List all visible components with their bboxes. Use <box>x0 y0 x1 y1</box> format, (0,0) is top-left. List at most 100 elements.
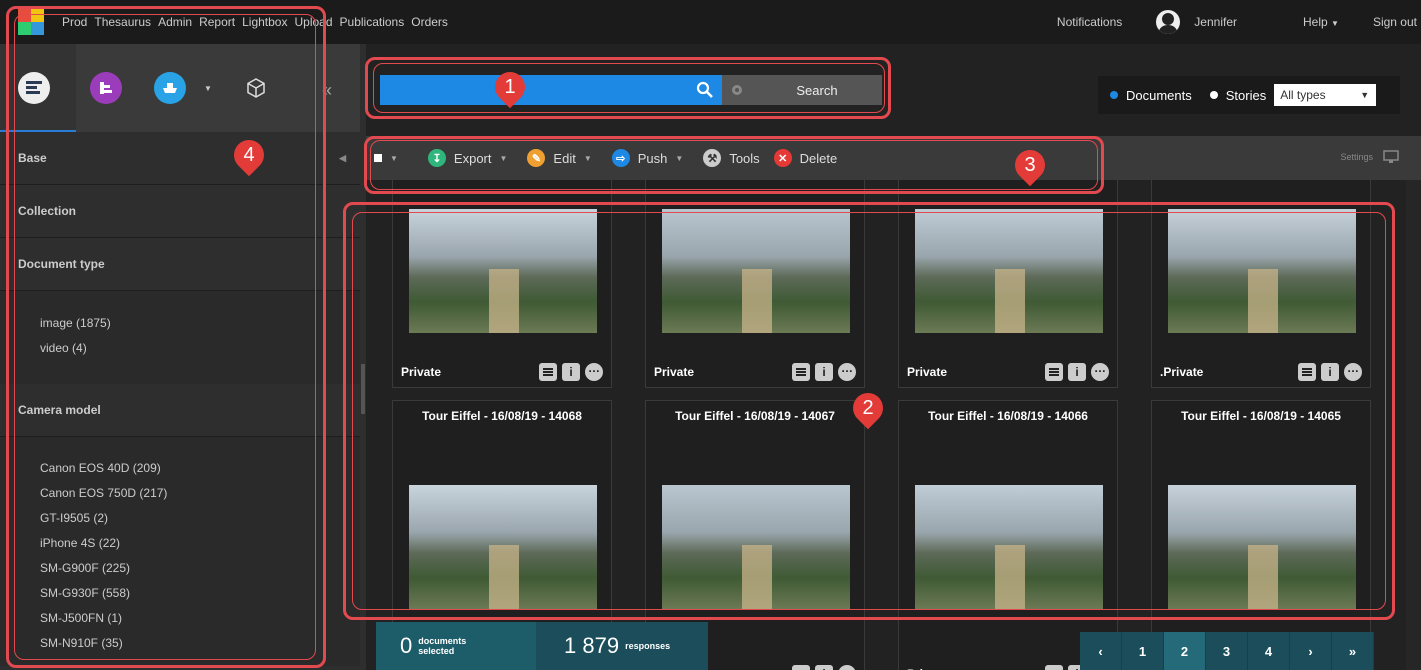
facet-value[interactable]: Canon EOS 40D (209) <box>40 456 360 481</box>
more-icon[interactable] <box>838 361 856 381</box>
result-card[interactable]: Private <box>392 180 612 388</box>
card-thumbnail[interactable] <box>1168 209 1356 333</box>
search-settings-button[interactable] <box>722 75 752 105</box>
app-root: Prod Thesaurus Admin Report Lightbox Upl… <box>0 0 1421 670</box>
selection-counter: 0 documents selected <box>376 622 536 670</box>
nav-upload[interactable]: Upload <box>294 15 332 29</box>
search-input[interactable] <box>380 75 680 105</box>
nav-publications[interactable]: Publications <box>340 15 405 29</box>
card-thumbnail[interactable] <box>409 485 597 609</box>
facet-document-type[interactable]: Document type <box>0 238 360 291</box>
stories-label[interactable]: Stories <box>1226 88 1266 103</box>
help-menu[interactable]: Help ▼ <box>1303 15 1339 29</box>
documents-label[interactable]: Documents <box>1126 88 1192 103</box>
app-logo-icon[interactable] <box>18 9 44 35</box>
chevron-down-icon: ▼ <box>583 153 592 163</box>
info-icon[interactable] <box>1321 363 1339 381</box>
card-thumbnail[interactable] <box>662 209 850 333</box>
page-4-button[interactable]: 4 <box>1248 632 1290 670</box>
facet-value[interactable]: GT-I9505 (2) <box>40 506 360 531</box>
checkbox-icon[interactable] <box>374 154 382 162</box>
card-thumbnail[interactable] <box>915 209 1103 333</box>
responses-count: 1 879 <box>564 633 620 658</box>
responses-label: responses <box>625 641 671 651</box>
annotation-number: 4 <box>243 144 255 166</box>
nav-lightbox[interactable]: Lightbox <box>242 15 287 29</box>
facet-value[interactable]: SM-G900F (225) <box>40 556 360 581</box>
facet-value[interactable]: SM-J500FN (1) <box>40 606 360 631</box>
info-icon[interactable] <box>562 363 580 381</box>
facet-value[interactable]: SM-G930F (558) <box>40 581 360 606</box>
page-3-button[interactable]: 3 <box>1206 632 1248 670</box>
delete-button[interactable]: ✕ Delete <box>770 136 848 180</box>
card-thumbnail[interactable] <box>409 209 597 333</box>
nav-orders[interactable]: Orders <box>411 15 448 29</box>
user-name[interactable]: Jennifer <box>1194 15 1237 29</box>
card-thumbnail[interactable] <box>1168 485 1356 609</box>
selected-label-1: documents <box>418 636 467 646</box>
info-icon[interactable] <box>1068 363 1086 381</box>
select-all-dropdown[interactable]: ▼ <box>366 136 408 180</box>
facet-value[interactable]: video (4) <box>40 336 360 361</box>
result-card[interactable]: Private <box>645 180 865 388</box>
thumbnail-detail <box>489 545 519 609</box>
nav-admin[interactable]: Admin <box>158 15 192 29</box>
tools-button[interactable]: ⚒ Tools <box>693 136 769 180</box>
facet-camera-model[interactable]: Camera model <box>0 384 360 437</box>
stories-radio[interactable] <box>1209 91 1218 99</box>
chevron-down-icon: ▼ <box>1331 19 1339 28</box>
splitter-handle[interactable] <box>361 364 365 414</box>
export-button[interactable]: ↧ Export ▼ <box>418 136 518 180</box>
chevron-down-icon[interactable]: ▼ <box>204 84 212 93</box>
edit-button[interactable]: ✎ Edit ▼ <box>517 136 601 180</box>
info-icon[interactable] <box>815 363 833 381</box>
result-card[interactable]: .Private <box>1151 180 1371 388</box>
push-button[interactable]: ⇨ Push ▼ <box>602 136 694 180</box>
nav-report[interactable]: Report <box>199 15 235 29</box>
sign-out-link[interactable]: Sign out <box>1373 15 1417 29</box>
facet-value[interactable]: SM-N910F (35) <box>40 631 360 656</box>
type-select[interactable]: All types ▼ <box>1274 84 1377 106</box>
thesaurus-tab-icon[interactable] <box>240 72 272 104</box>
download-icon: ↧ <box>427 149 446 167</box>
last-page-button[interactable]: » <box>1332 632 1374 670</box>
toolbar-settings[interactable]: Settings <box>1340 150 1399 164</box>
list-icon[interactable] <box>1045 363 1063 381</box>
next-page-button[interactable]: › <box>1290 632 1332 670</box>
notifications-link[interactable]: Notifications <box>1057 15 1122 29</box>
page-2-button[interactable]: 2 <box>1164 632 1206 670</box>
facets-tab-icon[interactable] <box>18 72 50 104</box>
search-button[interactable]: Search <box>752 75 882 105</box>
more-icon[interactable] <box>1091 361 1109 381</box>
facet-value[interactable]: iPhone 4S (22) <box>40 531 360 556</box>
card-title: Tour Eiffel - 16/08/19 - 14068 <box>422 409 582 423</box>
list-icon[interactable] <box>792 363 810 381</box>
list-icon[interactable] <box>1298 363 1316 381</box>
export-label: Export <box>453 150 492 166</box>
workzone-tab-icon[interactable] <box>154 72 186 104</box>
page-1-button[interactable]: 1 <box>1122 632 1164 670</box>
more-icon[interactable] <box>585 361 603 381</box>
thumbnail-detail <box>1248 545 1278 609</box>
result-card[interactable]: Private <box>898 180 1118 388</box>
user-avatar[interactable] <box>1156 10 1181 34</box>
card-title: Tour Eiffel - 16/08/19 - 14067 <box>675 409 835 423</box>
facet-base[interactable]: Base ◀ <box>0 132 360 185</box>
more-icon[interactable] <box>1344 361 1362 381</box>
facet-value[interactable]: Canon EOS 750D (217) <box>40 481 360 506</box>
list-icon[interactable] <box>539 363 557 381</box>
card-thumbnail[interactable] <box>662 485 850 609</box>
card-footer: Private <box>899 357 1117 387</box>
search-icon[interactable] <box>696 81 714 99</box>
prev-page-button[interactable]: ‹ <box>1080 632 1122 670</box>
chevron-down-icon: ▼ <box>675 153 684 163</box>
documents-radio[interactable] <box>1110 91 1118 99</box>
collapse-panel-icon[interactable]: « <box>322 80 332 101</box>
card-thumbnail[interactable] <box>915 485 1103 609</box>
facet-collection[interactable]: Collection <box>0 185 360 238</box>
nav-thesaurus[interactable]: Thesaurus <box>94 15 151 29</box>
nav-prod[interactable]: Prod <box>62 15 87 29</box>
basket-tab-icon[interactable] <box>90 72 122 104</box>
thumbnail-detail <box>995 545 1025 609</box>
facet-value[interactable]: image (1875) <box>40 311 360 336</box>
